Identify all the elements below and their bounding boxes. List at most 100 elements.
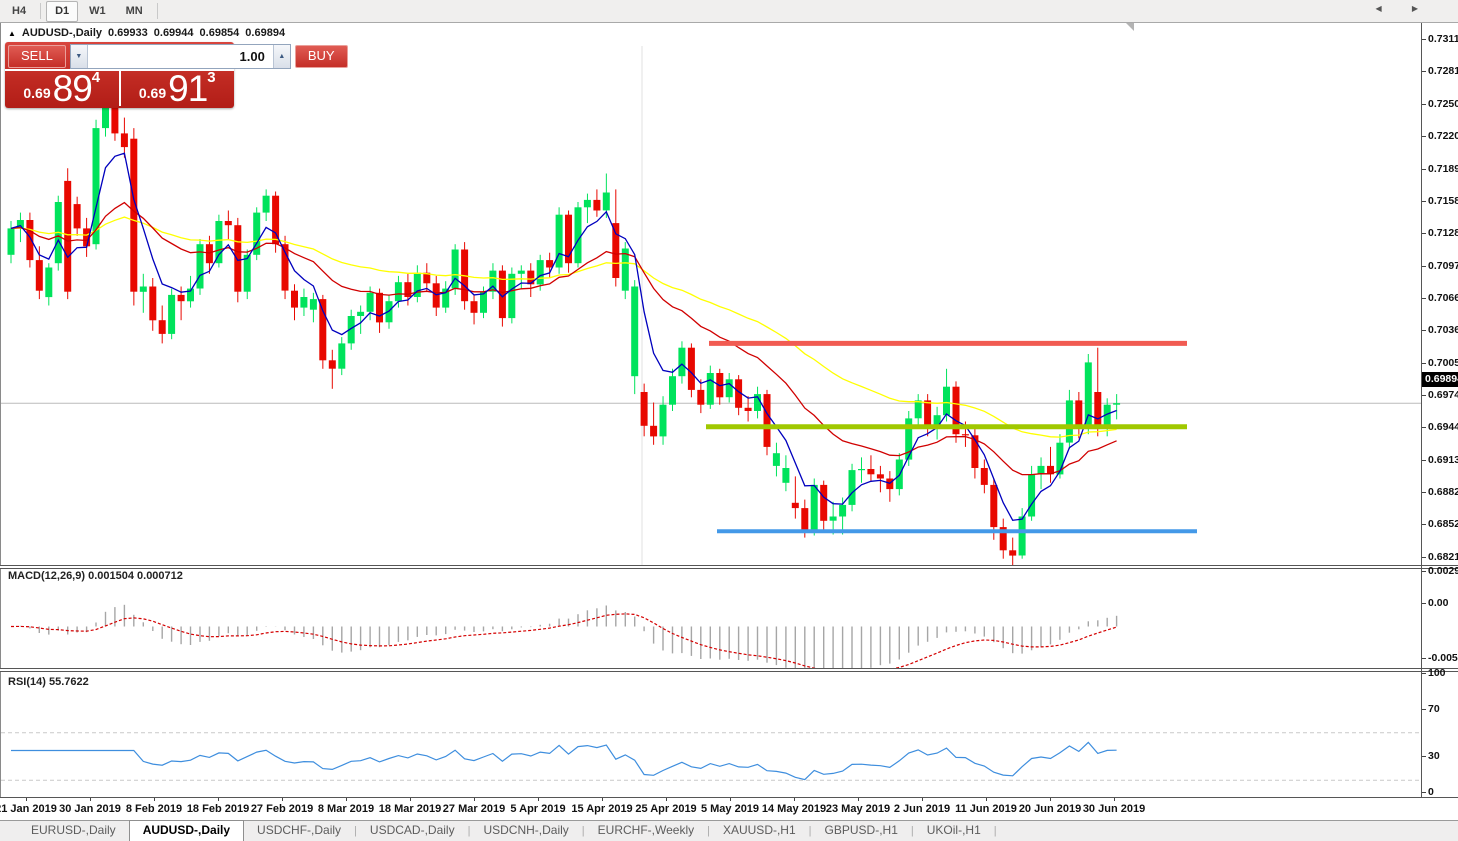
candle-body <box>867 469 874 474</box>
candle-body <box>206 244 213 263</box>
price-tick-0.73115: 0.73115 <box>1422 33 1458 45</box>
chart-window <box>0 23 1458 819</box>
date-label: 8 Feb 2019 <box>126 803 182 815</box>
price-tick-0.72505: 0.72505 <box>1422 98 1458 110</box>
price-pane[interactable] <box>1 46 1422 589</box>
macd-tick-0.00: 0.00 <box>1422 597 1458 609</box>
date-label: 8 Mar 2019 <box>318 803 374 815</box>
volume-increase-button[interactable]: ▲ <box>273 45 290 68</box>
sell-price-display[interactable]: 0.69 89 4 <box>5 69 120 106</box>
rsi-tick-70: 70 <box>1422 703 1458 715</box>
macd-signal-line <box>11 614 1117 668</box>
candle-body <box>480 292 487 313</box>
candle-body <box>508 274 515 318</box>
candle-body <box>149 287 156 321</box>
candle-body <box>839 505 846 517</box>
candle-body <box>130 139 137 292</box>
price-tick-0.72810: 0.72810 <box>1422 65 1458 77</box>
candle-body <box>726 379 733 397</box>
date-label: 15 Apr 2019 <box>571 803 632 815</box>
date-tick <box>90 798 91 801</box>
price-tick-0.69130: 0.69130 <box>1422 454 1458 466</box>
buy-price-display[interactable]: 0.69 91 3 <box>120 69 235 106</box>
candle-body <box>990 485 997 527</box>
chart-title: ▲ AUDUSD-,Daily 0.69933 0.69944 0.69854 … <box>8 27 285 39</box>
date-tick <box>1050 798 1051 801</box>
date-label: 27 Feb 2019 <box>251 803 313 815</box>
ohlc-open: 0.69933 <box>108 27 148 39</box>
chart-tab-eurchf[interactable]: EURCHF-,Weekly <box>585 821 707 841</box>
date-label: 30 Jan 2019 <box>59 803 121 815</box>
date-tick <box>794 798 795 801</box>
price-tick-0.70050: 0.70050 <box>1422 357 1458 369</box>
date-label: 2 Jun 2019 <box>894 803 950 815</box>
mt4-terminal: H4 D1W1MN ▲ AUDUSD-,Daily 0.69933 0.69944… <box>0 0 1458 841</box>
chart-tab-usdcnh[interactable]: USDCNH-,Daily <box>470 821 581 841</box>
candle-body <box>641 392 648 426</box>
tab-separator: | <box>994 825 997 837</box>
candle-body <box>924 400 931 425</box>
candle-body <box>26 220 33 260</box>
candle-body <box>962 434 969 435</box>
candle-body <box>64 181 71 292</box>
candle-body <box>518 271 525 274</box>
chart-tab-xauusd[interactable]: XAUUSD-,H1 <box>710 821 809 841</box>
date-tick <box>538 798 539 801</box>
tab-scroll-arrows[interactable]: ◀ ▶ <box>1375 4 1432 13</box>
chart-shift-icon[interactable] <box>1126 23 1134 31</box>
pane-separator[interactable] <box>0 565 1458 569</box>
date-tick <box>346 798 347 801</box>
chart-tab-gbpusd[interactable]: GBPUSD-,H1 <box>812 821 911 841</box>
macd-label: MACD(12,26,9) 0.001504 0.000712 <box>8 570 183 582</box>
chart-tab-usdcad[interactable]: USDCAD-,Daily <box>357 821 468 841</box>
timeframe-button-w1[interactable]: W1 <box>80 1 115 22</box>
rsi-tick-30: 30 <box>1422 750 1458 762</box>
sell-price-big: 89 <box>53 74 92 104</box>
macd-tick-0.002984: 0.002984 <box>1422 565 1458 577</box>
price-tick-0.68210: 0.68210 <box>1422 551 1458 563</box>
candle-body <box>1075 400 1082 427</box>
candle-body <box>678 348 685 377</box>
candle-body <box>225 221 232 225</box>
volume-input[interactable] <box>88 45 273 68</box>
timeframe-button-mn[interactable]: MN <box>117 1 152 22</box>
timeframe-button-h4[interactable]: H4 <box>3 1 35 22</box>
candle-body <box>215 221 222 263</box>
date-label: 30 Jun 2019 <box>1083 803 1145 815</box>
date-label: 18 Feb 2019 <box>187 803 249 815</box>
date-label: 27 Mar 2019 <box>443 803 505 815</box>
candle-body <box>1019 517 1026 556</box>
chart-tab-eurusd[interactable]: EURUSD-,Daily <box>18 821 129 841</box>
rsi-pane[interactable] <box>1 672 1422 795</box>
rsi-label: RSI(14) 55.7622 <box>8 676 89 688</box>
candle-body <box>140 287 147 292</box>
sell-button[interactable]: SELL <box>8 45 66 68</box>
toolbar-separator <box>157 3 158 19</box>
date-tick <box>282 798 283 801</box>
toolbar-separator <box>40 3 41 19</box>
candle-body <box>1028 474 1035 516</box>
candle-body <box>660 405 667 437</box>
candle-body <box>300 297 307 308</box>
collapse-triangle-icon[interactable]: ▲ <box>8 29 16 38</box>
timeframe-toolbar: H4 D1W1MN <box>0 0 1458 23</box>
chart-tab-audusd[interactable]: AUDUSD-,Daily <box>129 820 244 841</box>
chart-tab-usdchf[interactable]: USDCHF-,Daily <box>244 821 354 841</box>
macd-pane[interactable] <box>1 568 1422 668</box>
candle-body <box>849 470 856 505</box>
candle-body <box>782 468 789 483</box>
candle-body <box>631 287 638 377</box>
timeframe-button-d1[interactable]: D1 <box>46 1 78 22</box>
candle-body <box>792 503 799 508</box>
volume-decrease-button[interactable]: ▼ <box>71 45 88 68</box>
date-tick <box>858 798 859 801</box>
date-axis[interactable]: 21 Jan 201930 Jan 20198 Feb 201918 Feb 2… <box>0 797 1458 820</box>
chart-tab-ukoil[interactable]: UKOil-,H1 <box>914 821 994 841</box>
ohlc-high: 0.69944 <box>154 27 194 39</box>
buy-button[interactable]: BUY <box>295 45 348 68</box>
candle-body <box>291 291 298 308</box>
rsi-line <box>11 742 1117 779</box>
price-tick-0.71585: 0.71585 <box>1422 195 1458 207</box>
pane-separator[interactable] <box>0 668 1458 672</box>
candle-body <box>168 295 175 334</box>
